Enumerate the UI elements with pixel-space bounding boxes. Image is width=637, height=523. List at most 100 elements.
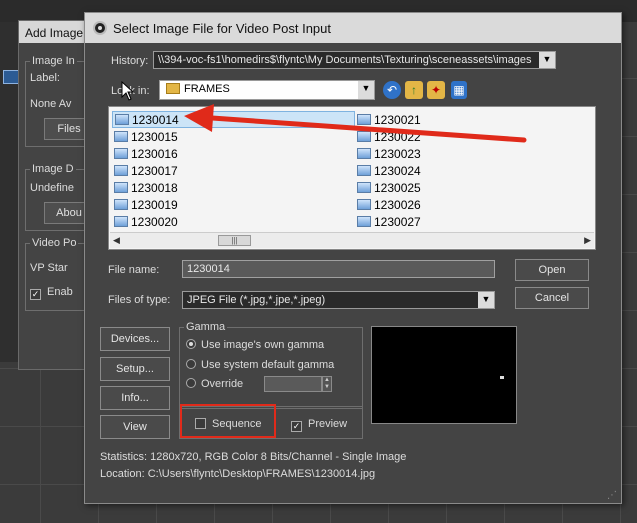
back-icon[interactable]: ↶ xyxy=(383,81,401,99)
scrollbar-thumb[interactable]: ||| xyxy=(218,235,251,246)
file-list-item[interactable]: 1230020 xyxy=(112,213,355,230)
image-file-icon xyxy=(114,216,128,227)
image-file-icon xyxy=(114,148,128,159)
image-file-icon xyxy=(114,199,128,210)
location-row: Location: C:\Users\flyntc\Desktop\FRAMES… xyxy=(100,468,375,480)
history-value: \\394-voc-fs1\homedirs$\flyntc\My Docume… xyxy=(158,54,532,66)
enable-checkbox[interactable]: ✓ Enab xyxy=(30,286,73,300)
file-list-item[interactable]: 1230021 xyxy=(355,111,421,128)
file-list-item[interactable]: 1230023 xyxy=(355,145,421,162)
files-of-type-label: Files of type: xyxy=(108,294,171,306)
file-list-item[interactable]: 1230016 xyxy=(112,145,355,162)
look-in-value: FRAMES xyxy=(184,83,230,95)
image-file-icon xyxy=(115,114,129,125)
add-image-dialog: Add Image Image In Label: None Av Files … xyxy=(18,20,95,370)
file-list-item[interactable]: 1230015 xyxy=(112,128,355,145)
gamma-override-label: Override xyxy=(201,378,244,390)
statistics-label: Statistics: xyxy=(100,451,148,463)
image-file-icon xyxy=(357,114,371,125)
location-label: Location: xyxy=(100,468,145,480)
new-folder-icon[interactable]: ✦ xyxy=(427,81,445,99)
statistics-row: Statistics: 1280x720, RGB Color 8 Bits/C… xyxy=(100,451,406,463)
chevron-down-icon[interactable]: ▼ xyxy=(358,81,374,99)
chevron-down-icon[interactable]: ▼ xyxy=(478,292,494,308)
scroll-left-icon[interactable]: ◀ xyxy=(113,235,120,246)
file-name-label: File name: xyxy=(108,264,160,276)
preview-pixel xyxy=(500,376,504,379)
scroll-right-icon[interactable]: ▶ xyxy=(584,235,591,246)
file-name-text: 1230025 xyxy=(374,180,421,195)
file-list-item[interactable]: 1230017 xyxy=(112,162,355,179)
image-preview xyxy=(371,326,517,424)
history-dropdown[interactable]: \\394-voc-fs1\homedirs$\flyntc\My Docume… xyxy=(153,51,556,69)
gamma-spinner[interactable]: ▲ ▼ xyxy=(322,376,332,392)
preview-label: Preview xyxy=(308,418,348,430)
video-post-group-title: Video Po xyxy=(30,237,79,249)
chevron-down-icon[interactable]: ▼ xyxy=(539,52,555,68)
file-list-item[interactable]: 1230026 xyxy=(355,196,421,213)
file-list-item[interactable]: 1230022 xyxy=(355,128,421,145)
file-list-item[interactable]: 1230027 xyxy=(355,213,421,230)
gamma-override-radio[interactable]: Override xyxy=(186,378,243,390)
file-name-text: 1230019 xyxy=(131,197,178,212)
file-list[interactable]: 1230014 1230015 1230016 1230017 1230018 12300… xyxy=(108,106,596,250)
view-menu-icon[interactable]: ▦ xyxy=(451,81,467,99)
image-file-icon xyxy=(114,165,128,176)
vp-start-label: VP Star xyxy=(30,262,68,274)
app-icon xyxy=(93,21,107,35)
image-file-icon xyxy=(357,148,371,159)
devices-button[interactable]: Devices... xyxy=(100,327,170,351)
radio-icon xyxy=(186,359,196,369)
checkbox-checked-icon: ✓ xyxy=(291,421,302,432)
setup-button[interactable]: Setup... xyxy=(100,357,170,381)
files-of-type-value: JPEG File (*.jpg,*.jpe,*.jpeg) xyxy=(187,294,326,306)
file-list-item[interactable]: 1230025 xyxy=(355,179,421,196)
file-list-column-1: 1230014 1230015 1230016 1230017 1230018 12300… xyxy=(112,111,355,230)
resize-grip-icon[interactable]: ⋰ xyxy=(607,490,617,501)
up-folder-icon[interactable]: ↑ xyxy=(405,81,423,99)
file-list-item[interactable]: 1230024 xyxy=(355,162,421,179)
gamma-own-radio[interactable]: Use image's own gamma xyxy=(186,339,324,351)
view-button[interactable]: View xyxy=(100,415,170,439)
dialog-title: Select Image File for Video Post Input xyxy=(113,21,331,36)
open-button[interactable]: Open xyxy=(515,259,589,281)
radio-selected-icon xyxy=(186,339,196,349)
image-file-icon xyxy=(357,199,371,210)
image-file-icon xyxy=(114,131,128,142)
cancel-button[interactable]: Cancel xyxy=(515,287,589,309)
file-name-text: 1230015 xyxy=(131,129,178,144)
look-in-dropdown[interactable]: FRAMES ▼ xyxy=(159,80,375,100)
file-list-column-2: 1230021 1230022 1230023 1230024 1230025 12300… xyxy=(355,111,421,230)
file-name-text: 1230018 xyxy=(131,180,178,195)
gamma-system-label: Use system default gamma xyxy=(201,359,335,371)
image-file-icon xyxy=(357,216,371,227)
info-button[interactable]: Info... xyxy=(100,386,170,410)
statistics-value: 1280x720, RGB Color 8 Bits/Channel - Sin… xyxy=(150,451,407,463)
sequence-highlight-box xyxy=(180,404,276,438)
location-value: C:\Users\flyntc\Desktop\FRAMES\1230014.j… xyxy=(147,468,376,480)
gamma-group-title: Gamma xyxy=(184,321,228,333)
file-name-input[interactable]: 1230014 xyxy=(182,260,495,278)
file-name-text: 1230027 xyxy=(374,214,421,229)
file-list-item[interactable]: 1230019 xyxy=(112,196,355,213)
side-panel-button[interactable] xyxy=(3,70,19,84)
file-name-text: 1230024 xyxy=(374,163,421,178)
gamma-system-radio[interactable]: Use system default gamma xyxy=(186,359,334,371)
radio-icon xyxy=(186,378,196,388)
undefined-driver-text: Undefine xyxy=(30,182,75,194)
gamma-override-input[interactable] xyxy=(264,376,322,392)
file-list-item[interactable]: 1230014 xyxy=(112,111,355,128)
label-caption: Label: xyxy=(30,72,60,84)
preview-checkbox[interactable]: ✓ Preview xyxy=(291,418,347,432)
image-file-icon xyxy=(357,131,371,142)
file-name-text: 1230023 xyxy=(374,146,421,161)
horizontal-scrollbar[interactable]: ◀ ||| ▶ xyxy=(110,232,594,248)
folder-icon xyxy=(166,83,180,94)
file-name-text: 1230020 xyxy=(131,214,178,229)
image-file-icon xyxy=(114,182,128,193)
file-list-item[interactable]: 1230018 xyxy=(112,179,355,196)
files-of-type-dropdown[interactable]: JPEG File (*.jpg,*.jpe,*.jpeg) ▼ xyxy=(182,291,495,309)
history-label: History: xyxy=(111,55,149,67)
enable-label: Enab xyxy=(47,286,73,298)
gamma-group: Gamma Use image's own gamma Use system d… xyxy=(179,321,363,409)
